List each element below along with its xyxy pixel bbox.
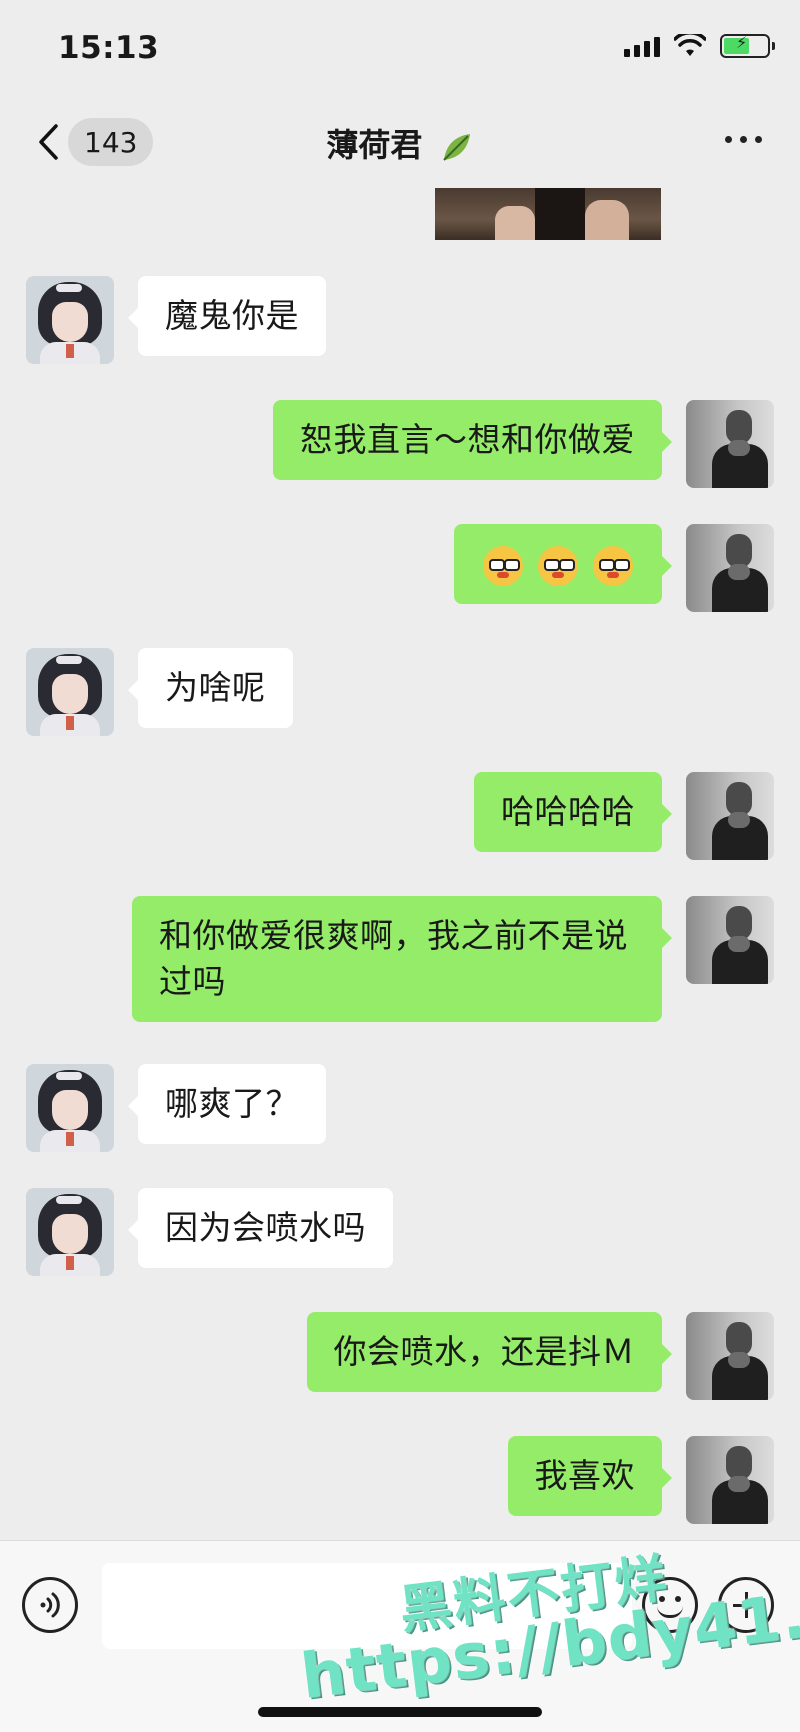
chat-header: 143 薄荷君 [0,100,800,185]
message-row: 和你做爱很爽啊，我之前不是说过吗 [132,896,774,1022]
glasses-face-emoji-icon [538,545,578,586]
glasses-face-emoji-icon [593,545,633,586]
message-row: 为啥呢 [26,648,293,736]
message-row: 哪爽了？ [26,1064,326,1152]
contact-avatar[interactable] [26,276,114,364]
my-avatar[interactable] [686,524,774,612]
voice-icon [40,1592,60,1618]
status-bar: 15:13 ⚡ [0,0,800,100]
outgoing-message-bubble[interactable]: 哈哈哈哈 [474,772,672,852]
voice-input-button[interactable] [22,1577,78,1633]
glasses-face-emoji-icon [483,545,523,586]
outgoing-message-bubble[interactable]: 我喜欢 [507,1436,672,1516]
message-row: 恕我直言～想和你做爱 [273,400,774,488]
home-indicator [258,1707,542,1717]
contact-avatar[interactable] [26,648,114,736]
status-icons: ⚡ [624,33,775,58]
wifi-icon [674,34,706,56]
incoming-message-bubble[interactable]: 因为会喷水吗 [128,1188,393,1268]
message-row: 魔鬼你是 [26,276,326,364]
message-row [454,524,774,612]
contact-avatar[interactable] [26,1188,114,1276]
incoming-message-bubble[interactable]: 为啥呢 [128,648,293,728]
contact-avatar[interactable] [26,1064,114,1152]
leaf-icon [442,134,470,161]
message-row: 因为会喷水吗 [26,1188,393,1276]
outgoing-message-bubble[interactable]: 你会喷水，还是抖Ｍ [306,1312,672,1392]
incoming-message-bubble[interactable]: 魔鬼你是 [128,276,326,356]
battery-icon: ⚡ [720,33,775,58]
message-row: 哈哈哈哈 [474,772,774,860]
status-time: 15:13 [58,30,160,66]
incoming-message-bubble[interactable]: 哪爽了？ [128,1064,326,1144]
my-avatar[interactable] [686,1312,774,1400]
chat-title-text: 薄荷君 [326,126,423,164]
outgoing-message-bubble[interactable]: 恕我直言～想和你做爱 [273,400,672,480]
my-avatar[interactable] [686,400,774,488]
outgoing-message-bubble[interactable]: 和你做爱很爽啊，我之前不是说过吗 [132,896,672,1022]
my-avatar[interactable] [686,772,774,860]
my-avatar[interactable] [686,896,774,984]
message-row: 我喜欢 [507,1436,774,1524]
image-message-thumbnail[interactable] [435,188,661,240]
chat-title: 薄荷君 [0,120,800,166]
signal-icon [624,35,660,57]
message-row: 你会喷水，还是抖Ｍ [306,1312,774,1400]
more-options-button[interactable] [725,136,762,143]
outgoing-emoji-bubble[interactable] [454,524,672,604]
my-avatar[interactable] [686,1436,774,1524]
